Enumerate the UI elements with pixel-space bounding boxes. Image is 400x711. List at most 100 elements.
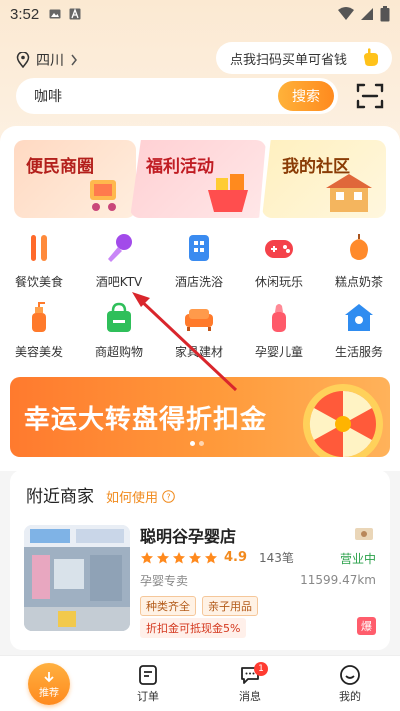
category-label: 休闲玩乐 (254, 275, 303, 289)
star-icon (141, 551, 153, 563)
pointing-hand-icon (364, 48, 378, 66)
location-selector[interactable]: 四川 (16, 50, 78, 70)
search-input[interactable]: 咖啡 (34, 86, 62, 106)
how-to-use-label: 如何使用 (106, 491, 159, 506)
category-label: 生活服务 (334, 345, 383, 359)
shop-photo[interactable] (24, 525, 130, 631)
hotel-icon (189, 235, 209, 261)
nearby-title: 附近商家 (26, 487, 94, 507)
how-to-use-link[interactable]: 如何使用 ? (106, 487, 175, 506)
category-pastry-tea[interactable]: 糕点奶茶 (320, 231, 398, 290)
nav-orders[interactable]: 订单 (118, 662, 178, 704)
text-a-icon (69, 8, 81, 20)
shop-distance: 11599.47km (300, 573, 376, 587)
status-time: 3:52 (10, 5, 40, 23)
nav-label: 消息 (239, 690, 261, 703)
nearby-header: 附近商家 如何使用 ? (26, 482, 175, 507)
battery-icon (380, 6, 390, 22)
shop-category: 孕婴专卖 (140, 574, 189, 588)
star-icon (157, 551, 169, 563)
hot-badge: 爆 (357, 617, 376, 635)
nav-messages[interactable]: 消息 (220, 662, 280, 704)
location-pin-icon (16, 52, 30, 68)
discount-cash-note: 折扣金可抵现金5% (140, 618, 247, 638)
open-status: 营业中 (339, 552, 376, 566)
category-bar-ktv[interactable]: 酒吧KTV (80, 231, 158, 290)
star-icon (189, 551, 201, 563)
category-label: 家具建材 (174, 345, 223, 359)
location-label: 四川 (36, 53, 64, 69)
arrow-down-icon (44, 671, 54, 682)
pagination-dot (199, 441, 204, 446)
category-label: 商超购物 (94, 345, 143, 359)
category-label: 餐饮美食 (14, 275, 63, 289)
message-count-badge: 1 (254, 662, 268, 676)
category-dining[interactable]: 餐饮美食 (0, 231, 78, 290)
category-maternity[interactable]: 孕婴儿童 (240, 301, 318, 360)
baby-bottle-icon (272, 304, 286, 332)
question-circle-icon: ? (162, 490, 175, 503)
pagination-dot (190, 441, 195, 446)
promo-my-community[interactable]: 我的社区 (262, 140, 386, 218)
svg-text:?: ? (166, 493, 170, 502)
order-count: 143笔 (259, 551, 294, 565)
community-building-icon (326, 174, 372, 212)
category-leisure[interactable]: 休闲玩乐 (240, 231, 318, 290)
status-right (338, 6, 390, 22)
search-box[interactable]: 咖啡 搜索 (16, 78, 338, 114)
category-hotel-bath[interactable]: 酒店洗浴 (160, 231, 238, 290)
gallery-icon (49, 9, 61, 19)
shop-tag: 种类齐全 (140, 596, 196, 616)
star-icon (205, 551, 217, 563)
home-service-icon (345, 304, 373, 331)
category-label: 美容美发 (14, 345, 63, 359)
nav-recommend[interactable]: 推荐 (28, 663, 70, 705)
microphone-icon (108, 234, 132, 262)
shopping-cart-icon (90, 180, 116, 211)
category-beauty[interactable]: 美容美发 (0, 301, 78, 360)
chevron-right-icon (71, 54, 77, 66)
lotion-icon (32, 302, 46, 332)
acorn-icon (350, 234, 368, 260)
shop-badge-icon (355, 528, 373, 540)
prize-wheel-icon (303, 384, 383, 457)
nav-label: 我的 (339, 690, 361, 703)
shop-tag: 亲子用品 (202, 596, 258, 616)
banner-title: 幸运大转盘得折扣金 (24, 405, 268, 435)
nav-mine[interactable]: 我的 (320, 662, 380, 704)
gift-basket-icon (208, 174, 248, 212)
category-life-services[interactable]: 生活服务 (320, 301, 398, 360)
shop-tags: 种类齐全 亲子用品 (140, 596, 258, 616)
storefront-image (24, 525, 130, 631)
scan-pay-tip[interactable]: 点我扫码买单可省钱 (216, 42, 392, 74)
nav-label: 推荐 (39, 687, 59, 699)
shopping-bag-icon (107, 302, 131, 332)
star-icon (173, 551, 185, 563)
shop-name[interactable]: 聪明谷孕婴店 (140, 523, 236, 547)
gamepad-icon (265, 240, 293, 258)
banner-pagination (190, 441, 204, 446)
status-bar: 3:52 (0, 0, 400, 28)
rating-value: 4.9 (224, 550, 248, 565)
category-label: 酒店洗浴 (174, 275, 223, 289)
scan-icon[interactable] (356, 82, 384, 110)
utensils-icon (31, 235, 47, 261)
order-list-icon (139, 665, 157, 685)
category-label: 孕婴儿童 (254, 345, 303, 359)
scan-tip-text: 点我扫码买单可省钱 (230, 52, 348, 68)
sofa-icon (185, 309, 213, 331)
nearby-merchants: 附近商家 如何使用 ? 聪明谷孕婴店 4.9 143笔 营业中 孕婴专卖 115… (10, 470, 390, 650)
wifi-icon (338, 7, 354, 20)
category-supermarket[interactable]: 商超购物 (80, 301, 158, 360)
category-label: 酒吧KTV (95, 275, 143, 289)
signal-icon (361, 8, 373, 20)
category-furniture[interactable]: 家具建材 (160, 301, 238, 360)
promo-convenience-district[interactable]: 便民商圈 (14, 140, 136, 218)
shop-rating: 4.9 143笔 (140, 549, 294, 566)
promo-benefits[interactable]: 福利活动 (130, 140, 266, 218)
category-label: 糕点奶茶 (334, 275, 383, 289)
search-button[interactable]: 搜索 (278, 81, 334, 111)
star-rating (140, 551, 218, 565)
smiley-icon (340, 665, 360, 685)
nav-label: 订单 (137, 690, 159, 703)
